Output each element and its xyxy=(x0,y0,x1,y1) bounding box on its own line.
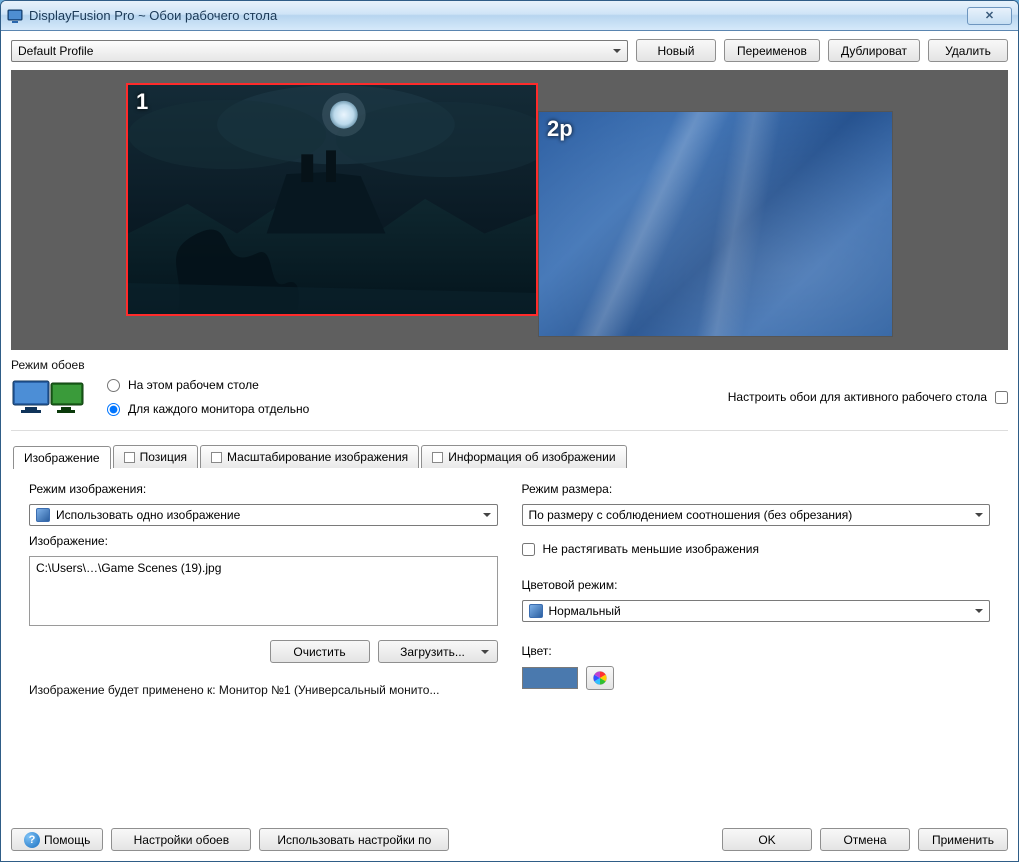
app-window: DisplayFusion Pro ~ Обои рабочего стола … xyxy=(0,0,1019,862)
color-wheel-icon xyxy=(592,670,608,686)
wallpaper-mode-title: Режим обоев xyxy=(11,358,1008,372)
apply-button[interactable]: Применить xyxy=(918,828,1008,851)
tabs: Изображение Позиция Масштабирование изоб… xyxy=(11,445,1008,814)
monitor-1-label: 1 xyxy=(136,89,148,115)
titlebar: DisplayFusion Pro ~ Обои рабочего стола … xyxy=(1,1,1018,31)
color-mode-label: Цветовой режим: xyxy=(522,578,991,592)
check-active-desktop[interactable]: Настроить обои для активного рабочего ст… xyxy=(728,390,1008,404)
radio-this-desktop[interactable]: На этом рабочем столе xyxy=(107,378,309,392)
radio-per-monitor-input[interactable] xyxy=(107,403,120,416)
image-label: Изображение: xyxy=(29,534,498,548)
radio-this-desktop-label: На этом рабочем столе xyxy=(128,378,259,392)
tab-info-label: Информация об изображении xyxy=(448,450,615,464)
radio-this-desktop-input[interactable] xyxy=(107,379,120,392)
wallpaper-mode-group: Режим обоев На этом рабочем столе xyxy=(11,358,1008,416)
mode-illustration xyxy=(11,379,93,415)
close-icon: ✕ xyxy=(985,9,994,22)
image-mode-value: Использовать одно изображение xyxy=(56,508,240,522)
app-icon xyxy=(7,8,23,24)
image-mode-select[interactable]: Использовать одно изображение xyxy=(29,504,498,526)
tab-position-label: Позиция xyxy=(140,450,187,464)
applied-to-info: Изображение будет применено к: Монитор №… xyxy=(29,683,498,697)
check-active-desktop-input[interactable] xyxy=(995,391,1008,404)
size-mode-select[interactable]: По размеру с соблюдением соотношения (бе… xyxy=(522,504,991,526)
mini-monitor-green-icon xyxy=(49,379,93,415)
monitor-1[interactable]: 1 xyxy=(126,83,538,316)
image-path-box[interactable]: C:\Users\…\Game Scenes (19).jpg xyxy=(29,556,498,626)
separator xyxy=(11,430,1008,431)
monitor-2[interactable]: 2р xyxy=(538,111,893,337)
monitor-2-label: 2р xyxy=(547,116,573,142)
color-mode-select[interactable]: Нормальный xyxy=(522,600,991,622)
radio-per-monitor[interactable]: Для каждого монитора отдельно xyxy=(107,402,309,416)
checkbox-icon xyxy=(432,452,443,463)
tab-scaling-label: Масштабирование изображения xyxy=(227,450,408,464)
image-mode-label: Режим изображения: xyxy=(29,482,498,496)
ok-button[interactable]: OK xyxy=(722,828,812,851)
color-mode-value: Нормальный xyxy=(549,604,621,618)
size-mode-label: Режим размера: xyxy=(522,482,991,496)
close-button[interactable]: ✕ xyxy=(967,7,1012,25)
profile-select-value: Default Profile xyxy=(18,44,93,58)
clear-button[interactable]: Очистить xyxy=(270,640,370,663)
duplicate-button[interactable]: Дублироват xyxy=(828,39,920,62)
color-swatch[interactable] xyxy=(522,667,578,689)
tab-position[interactable]: Позиция xyxy=(113,445,198,468)
use-defaults-button[interactable]: Использовать настройки по xyxy=(259,828,449,851)
profile-select[interactable]: Default Profile xyxy=(11,40,628,62)
tab-strip: Изображение Позиция Масштабирование изоб… xyxy=(11,445,1008,468)
radio-per-monitor-label: Для каждого монитора отдельно xyxy=(128,402,309,416)
window-title: DisplayFusion Pro ~ Обои рабочего стола xyxy=(29,8,967,23)
profile-row: Default Profile Новый Переименов Дублиро… xyxy=(11,39,1008,62)
footer: ? Помощь Настройки обоев Использовать нас… xyxy=(11,822,1008,851)
tab-image-label: Изображение xyxy=(24,451,100,465)
monitor-preview: 1 2р xyxy=(11,70,1008,350)
tab-scaling[interactable]: Масштабирование изображения xyxy=(200,445,419,468)
no-stretch-check[interactable]: Не растягивать меньшие изображения xyxy=(522,542,991,556)
check-active-desktop-label: Настроить обои для активного рабочего ст… xyxy=(728,390,987,404)
color-picker-button[interactable] xyxy=(586,666,614,690)
delete-button[interactable]: Удалить xyxy=(928,39,1008,62)
wallpaper-settings-button[interactable]: Настройки обоев xyxy=(111,828,251,851)
tab-image[interactable]: Изображение xyxy=(13,446,111,469)
help-button-label: Помощь xyxy=(44,833,90,847)
rename-button[interactable]: Переименов xyxy=(724,39,820,62)
tab-content: Режим изображения: Использовать одно изо… xyxy=(11,467,1008,814)
checkbox-icon xyxy=(211,452,222,463)
monitor-1-wallpaper xyxy=(128,85,536,316)
image-mode-icon xyxy=(36,508,50,522)
help-icon: ? xyxy=(24,832,40,848)
help-button[interactable]: ? Помощь xyxy=(11,828,103,851)
cancel-button[interactable]: Отмена xyxy=(820,828,910,851)
checkbox-icon xyxy=(124,452,135,463)
left-column: Режим изображения: Использовать одно изо… xyxy=(29,482,498,800)
color-mode-icon xyxy=(529,604,543,618)
color-label: Цвет: xyxy=(522,644,991,658)
right-column: Режим размера: По размеру с соблюдением … xyxy=(522,482,991,800)
tab-info[interactable]: Информация об изображении xyxy=(421,445,626,468)
new-button[interactable]: Новый xyxy=(636,39,716,62)
content-area: Default Profile Новый Переименов Дублиро… xyxy=(1,31,1018,861)
image-path-value: C:\Users\…\Game Scenes (19).jpg xyxy=(36,561,221,575)
no-stretch-input[interactable] xyxy=(522,543,535,556)
load-button-label: Загрузить... xyxy=(400,645,465,659)
size-mode-value: По размеру с соблюдением соотношения (бе… xyxy=(529,508,853,522)
load-button[interactable]: Загрузить... xyxy=(378,640,498,663)
no-stretch-label: Не растягивать меньшие изображения xyxy=(543,542,759,556)
